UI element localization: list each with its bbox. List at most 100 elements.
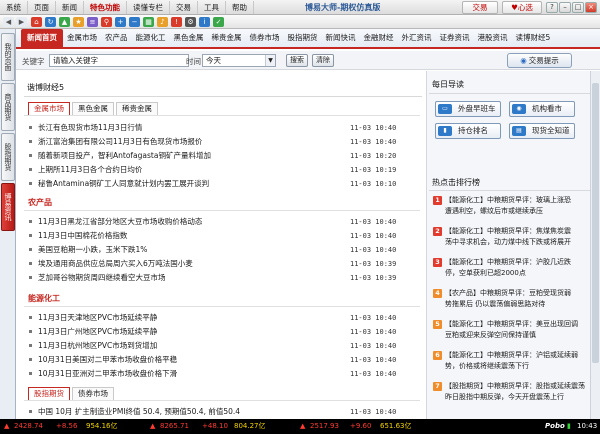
- vertical-scrollbar[interactable]: [590, 71, 600, 419]
- tab-index-futures[interactable]: 股指期货: [1, 133, 15, 181]
- quick-button-spot[interactable]: ▤ 现货全知道: [509, 123, 575, 139]
- maximize-icon[interactable]: □: [572, 2, 584, 13]
- news-title[interactable]: 11月3日杭州地区PVC市场到货增加: [38, 340, 338, 352]
- news-title[interactable]: 11月3日天津地区PVC市场延续平静: [38, 312, 338, 324]
- hot-item-line2[interactable]: 荡中寻求机会，动力煤中线下跌或将展开: [445, 237, 597, 248]
- search-icon[interactable]: ⚲: [101, 17, 112, 27]
- menu-column[interactable]: 读懂专栏: [127, 0, 170, 14]
- quick-button-institutions[interactable]: ◉ 机构看市: [509, 101, 575, 117]
- menu-features[interactable]: 特色功能: [84, 0, 127, 14]
- back-icon[interactable]: ◀: [3, 17, 14, 27]
- close-icon[interactable]: ×: [585, 2, 597, 13]
- trade-tip-button[interactable]: ◉ 交易提示: [507, 53, 572, 68]
- star-icon[interactable]: ★: [73, 17, 84, 27]
- grid-icon[interactable]: ▦: [143, 17, 154, 27]
- news-title[interactable]: 长江有色现货市场11月3日行情: [38, 122, 338, 134]
- time-select[interactable]: 今天 ▼: [202, 54, 276, 67]
- news-row[interactable]: 随着新项目投产，智利Antofagasta铜矿产量料增加 11-03 10:20: [26, 150, 422, 162]
- group-heading-agri[interactable]: 农产品: [28, 197, 52, 208]
- hot-item-line1[interactable]: 【股指期货】中粮期货早评：股指或延续震荡: [445, 381, 597, 392]
- quick-button-overseas[interactable]: ▭ 外盘早班车: [435, 101, 501, 117]
- info-icon[interactable]: i: [199, 17, 210, 27]
- hot-item-line2[interactable]: 遭遇利空，螺纹后市或继续承压: [445, 206, 597, 217]
- news-row[interactable]: 埃及通用商品供应总局周六买入6万吨法国小麦 11-03 10:39: [26, 258, 422, 270]
- cat-index-futures[interactable]: 股指期货: [284, 29, 322, 47]
- hot-item-line2[interactable]: 豆粕或迎来反弹空间保持谨慎: [445, 330, 597, 341]
- scrollbar-thumb[interactable]: [592, 83, 599, 363]
- hot-item-line1[interactable]: 【能源化工】中粮期货早评：焦煤焦炭震: [445, 226, 597, 237]
- hot-item-line1[interactable]: 【农产品】中粮期货早评：豆粕受现货弱: [445, 288, 597, 299]
- hot-item-line1[interactable]: 【能源化工】中粮期货早评：沪铝或延续弱: [445, 350, 597, 361]
- help-icon[interactable]: ?: [546, 2, 558, 13]
- news-title[interactable]: 美国豆粕期一小跌，玉米下跌1%: [38, 244, 338, 256]
- subtab-precious[interactable]: 稀贵金属: [116, 102, 158, 116]
- menu-system[interactable]: 系统: [0, 0, 28, 14]
- news-title[interactable]: 中国 10月 扩主制造业PMI终值 50.4, 预期值50.4, 前值50.4: [38, 406, 338, 418]
- tab-commodity-futures[interactable]: 商品期货: [1, 83, 15, 131]
- subtab-bonds[interactable]: 债券市场: [72, 387, 114, 401]
- hot-item-line2[interactable]: 势拖累后 仍以震荡偏弱思路对待: [445, 299, 597, 310]
- chevron-down-icon[interactable]: ▼: [265, 55, 275, 66]
- cat-bonds[interactable]: 债券市场: [246, 29, 284, 47]
- keyword-input[interactable]: [49, 54, 189, 67]
- subtab-ferrous[interactable]: 黑色金属: [72, 102, 114, 116]
- cat-finance[interactable]: 金融财经: [360, 29, 398, 47]
- hot-item-line1[interactable]: 【能源化工】中粮期货早评：玻璃上涨恐: [445, 195, 597, 206]
- menu-tools[interactable]: 工具: [198, 0, 226, 14]
- gear-icon[interactable]: ⚙: [185, 17, 196, 27]
- news-row[interactable]: 11月3日广州地区PVC市场延续平静 11-03 10:40: [26, 326, 422, 338]
- alert-icon[interactable]: !: [171, 17, 182, 27]
- search-button[interactable]: 搜索: [286, 54, 308, 67]
- refresh-icon[interactable]: ↻: [45, 17, 56, 27]
- hot-item-line1[interactable]: 【能源化工】中粮期货早评：沪胶几近跌: [445, 257, 597, 268]
- menu-news[interactable]: 新闻: [56, 0, 84, 14]
- hot-item-line2[interactable]: 势，价格或将继续震荡下行: [445, 361, 597, 372]
- news-row[interactable]: 10月31日亚洲对二甲苯市场收盘价格下滑 11-03 10:40: [26, 368, 422, 380]
- cat-metals[interactable]: 金属市场: [63, 29, 101, 47]
- news-title[interactable]: 秘鲁Antamina铜矿工人同意就计划内罢工展开谈判: [38, 178, 338, 190]
- hot-item-line2[interactable]: 停，空单获利已超2000点: [445, 268, 597, 279]
- cat-flash[interactable]: 新闻快讯: [322, 29, 360, 47]
- cat-ferrous[interactable]: 黑色金属: [170, 29, 208, 47]
- trade-button[interactable]: 交易: [462, 1, 498, 14]
- zoom-in-icon[interactable]: +: [115, 17, 126, 27]
- menu-page[interactable]: 页面: [28, 0, 56, 14]
- menu-help[interactable]: 帮助: [226, 0, 254, 14]
- news-row[interactable]: 11月3日中国棉花价格指数 11-03 10:40: [26, 230, 422, 242]
- forward-icon[interactable]: ▶: [16, 17, 27, 27]
- news-title[interactable]: 11月3日中国棉花价格指数: [38, 230, 338, 242]
- subtab-index-futures[interactable]: 股指期货: [28, 387, 70, 401]
- news-title[interactable]: 芝加哥谷物期货周四继续看空大豆市场: [38, 272, 338, 284]
- news-title[interactable]: 埃及通用商品供应总局周六买入6万吨法国小麦: [38, 258, 338, 270]
- news-row[interactable]: 长江有色现货市场11月3日行情 11-03 10:40: [26, 122, 422, 134]
- news-title[interactable]: 随着新项目投产，智利Antofagasta铜矿产量料增加: [38, 150, 338, 162]
- cat-hk[interactable]: 港股资讯: [474, 29, 512, 47]
- news-row[interactable]: 浙江富治集团有限公司11月3日有色现货市场报价 11-03 10:40: [26, 136, 422, 148]
- zoom-out-icon[interactable]: −: [129, 17, 140, 27]
- quick-button-ranking[interactable]: ▮ 持仓排名: [435, 123, 501, 139]
- chart-icon[interactable]: ▲: [59, 17, 70, 27]
- news-row[interactable]: 10月31日美国对二甲苯市场收盘价格平稳 11-03 10:40: [26, 354, 422, 366]
- cat-securities[interactable]: 证券资讯: [436, 29, 474, 47]
- news-row[interactable]: 11月3日天津地区PVC市场延续平静 11-03 10:40: [26, 312, 422, 324]
- ok-icon[interactable]: ✓: [213, 17, 224, 27]
- tab-my-page[interactable]: 我的页面: [1, 33, 15, 81]
- news-title[interactable]: 11月3日黑龙江省部分地区大豆市场收购价格动态: [38, 216, 338, 228]
- news-row[interactable]: 11月3日杭州地区PVC市场到货增加 11-03 10:40: [26, 340, 422, 352]
- menu-trade[interactable]: 交易: [170, 0, 198, 14]
- news-title[interactable]: 上期所11月3日各个合约日均价: [38, 164, 338, 176]
- news-row[interactable]: 美国豆粕期一小跌，玉米下跌1% 11-03 10:40: [26, 244, 422, 256]
- news-row[interactable]: 芝加哥谷物期货周四继续看空大豆市场 11-03 10:39: [26, 272, 422, 284]
- cat-energy[interactable]: 能源化工: [132, 29, 170, 47]
- news-title[interactable]: 10月31日亚洲对二甲苯市场收盘价格下滑: [38, 368, 338, 380]
- news-title[interactable]: 10月31日美国对二甲苯市场收盘价格平稳: [38, 354, 338, 366]
- news-row[interactable]: 秘鲁Antamina铜矿工人同意就计划内罢工展开谈判 11-03 10:10: [26, 178, 422, 190]
- news-title[interactable]: 浙江富治集团有限公司11月3日有色现货市场报价: [38, 136, 338, 148]
- clear-button[interactable]: 清除: [312, 54, 334, 67]
- favorites-button[interactable]: ♥心选: [502, 1, 542, 14]
- hot-item-line1[interactable]: 【能源化工】中粮期货早评：美豆出现回调: [445, 319, 597, 330]
- cat-precious[interactable]: 稀贵金属: [208, 29, 246, 47]
- subtab-metals[interactable]: 金属市场: [28, 102, 70, 116]
- cat-boyi5[interactable]: 读博财经5: [512, 29, 555, 47]
- group-heading-energy[interactable]: 能源化工: [28, 293, 60, 304]
